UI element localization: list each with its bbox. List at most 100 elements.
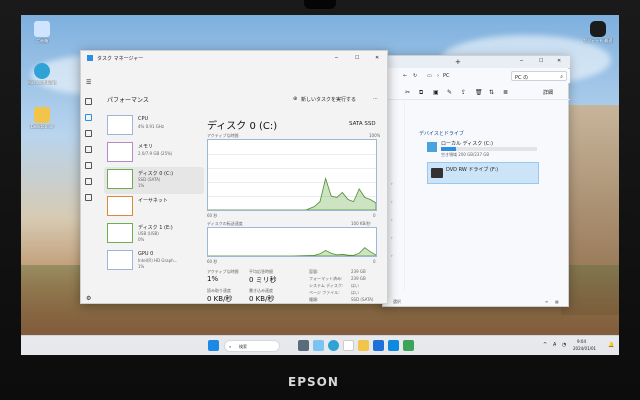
data-point <box>336 254 338 256</box>
perf-item-gpu[interactable]: GPU 0 Intel(R) HD Graph... 1% <box>104 248 204 275</box>
ethernet-thumbnail <box>107 196 133 216</box>
property-key: 容量: <box>309 269 319 274</box>
back-icon[interactable]: ← <box>403 73 407 79</box>
nav-item[interactable]: › <box>391 235 393 240</box>
nav-item[interactable]: › <box>391 199 393 204</box>
view-icon[interactable]: ≣ <box>503 89 508 96</box>
minimize-button[interactable]: ─ <box>335 55 338 61</box>
edge-dev-icon[interactable] <box>388 340 399 351</box>
run-task-icon: ⊕ <box>293 96 298 102</box>
new-tab-button[interactable]: + <box>455 58 461 66</box>
more-button[interactable]: ··· <box>373 96 378 102</box>
drive-name: ローカル ディスク (C:) <box>441 141 493 147</box>
perf-item-disk0[interactable]: ディスク 0 (C:) SSD (SATA) 1% <box>104 167 204 194</box>
perf-item-ethernet[interactable]: イーサネット <box>104 194 204 221</box>
settings-icon[interactable]: ⚙ <box>86 295 91 302</box>
network-icon[interactable]: ◔ <box>562 342 566 348</box>
search-label: 検索 <box>239 344 247 349</box>
file-explorer-window[interactable]: + ─ ☐ ✕ ← ↻ ▭ › PC PC の ⌕ ✂ ⧉ ▣ ✎ ⇪ 🗑 ⇅ ≣… <box>382 55 570 307</box>
series-area <box>208 177 376 210</box>
details-pane-button[interactable]: 詳細 <box>543 89 553 96</box>
address-path[interactable]: PC <box>443 73 450 79</box>
sort-icon[interactable]: ⇅ <box>489 89 494 96</box>
perf-item-name: ディスク 1 (E:) <box>138 225 173 231</box>
task-view-icon[interactable] <box>298 340 309 351</box>
data-point <box>330 195 332 197</box>
task-manager-window[interactable]: タスク マネージャー ─ ☐ ✕ ☰ ⚙ パフォーマンス 新しいタスクを実行する… <box>80 50 388 304</box>
data-point <box>358 252 360 254</box>
detail-type: SATA SSD <box>349 121 376 127</box>
task-manager-taskbar-icon[interactable] <box>403 340 414 351</box>
nav-item[interactable]: › <box>391 217 393 222</box>
property-value: はい <box>351 290 359 295</box>
clock-time[interactable]: 9:04 <box>577 339 586 344</box>
view-list-icon[interactable]: ≡ <box>545 299 548 304</box>
computer-icon: ▭ <box>427 73 432 79</box>
property-row: システム ディスク: はい <box>309 283 385 290</box>
app-history-icon[interactable] <box>85 130 92 137</box>
run-task-button[interactable]: 新しいタスクを実行する <box>301 96 356 103</box>
metric-read-speed: 読み取り速度 0 KB/秒 <box>207 288 232 304</box>
hamburger-icon[interactable]: ☰ <box>86 79 91 86</box>
cut-icon[interactable]: ✂ <box>405 89 410 96</box>
devices-group-header[interactable]: デバイスとドライブ <box>419 130 464 137</box>
store-icon[interactable] <box>373 340 384 351</box>
perf-item-memory[interactable]: メモリ 2.0/7.9 GB (25%) <box>104 140 204 167</box>
maximize-button[interactable]: ☐ <box>355 55 359 61</box>
rename-icon[interactable]: ✎ <box>447 89 452 96</box>
search-icon: ⌕ <box>229 344 232 349</box>
start-button[interactable] <box>208 340 219 351</box>
graph1-min: 0 <box>373 213 376 218</box>
startup-icon[interactable] <box>85 146 92 153</box>
details-icon[interactable] <box>85 178 92 185</box>
maximize-button[interactable]: ☐ <box>539 58 543 64</box>
close-button[interactable]: ✕ <box>557 58 561 64</box>
drive-name: DVD RW ドライブ (F:) <box>446 167 499 173</box>
clock-date[interactable]: 2024/01/01 <box>573 346 596 351</box>
desktop-icon-recycle-bin[interactable]: ごみ箱 <box>27 21 57 44</box>
data-point <box>353 255 354 256</box>
close-button[interactable]: ✕ <box>375 55 379 61</box>
services-icon[interactable] <box>85 194 92 201</box>
processes-icon[interactable] <box>85 98 92 105</box>
tm-sidebar: ☰ ⚙ <box>81 65 101 305</box>
minimize-button[interactable]: ─ <box>520 58 523 64</box>
data-point <box>314 206 315 207</box>
desktop-icon-edge[interactable]: Microsoft Edge <box>27 63 57 85</box>
edge-icon[interactable] <box>328 340 339 351</box>
performance-icon[interactable] <box>85 114 92 121</box>
refresh-icon[interactable]: ↻ <box>413 73 417 79</box>
ime-indicator[interactable]: A <box>553 342 556 348</box>
perf-item-value: 1% <box>138 264 145 269</box>
data-point <box>314 255 315 256</box>
users-icon[interactable] <box>85 162 92 169</box>
widgets-icon[interactable] <box>313 340 324 351</box>
copy-icon[interactable]: ⧉ <box>419 89 423 97</box>
recycle-bin-icon <box>34 21 50 37</box>
tray-chevron-icon[interactable]: ^ <box>543 342 547 348</box>
drive-item-c[interactable]: ローカル ディスク (C:) 空き領域 200 GB/237 GB <box>427 140 539 158</box>
data-point <box>336 197 338 198</box>
share-icon[interactable]: ⇪ <box>461 89 466 96</box>
nav-item[interactable]: › <box>391 253 393 258</box>
paste-icon[interactable]: ▣ <box>433 89 439 96</box>
desktop-icon-gadget[interactable]: ガジェット 最適化 <box>583 21 613 44</box>
nav-item[interactable]: › <box>391 181 393 186</box>
perf-item-name: CPU <box>138 116 149 122</box>
view-grid-icon[interactable]: ▦ <box>555 299 559 304</box>
perf-item-cpu[interactable]: CPU 4% 0.91 GHz <box>104 113 204 140</box>
drive-usage-bar <box>441 147 537 151</box>
file-explorer-icon[interactable] <box>358 340 369 351</box>
perf-item-disk1[interactable]: ディスク 1 (E:) USB (USB) 0% <box>104 221 204 248</box>
notification-icon[interactable]: 🔔 <box>608 342 614 348</box>
transfer-rate-chart <box>208 247 376 256</box>
property-row: フォーマット済み: 239 GB <box>309 276 385 283</box>
delete-icon[interactable]: 🗑 <box>475 89 483 96</box>
perf-item-sub: Intel(R) HD Graph... <box>138 258 178 263</box>
metric-active-time: アクティブな時間 1% <box>207 269 239 283</box>
desktop-icon-folder[interactable]: Desktop.ini <box>27 107 57 129</box>
drive-item-dvd[interactable]: DVD RW ドライブ (F:) <box>427 162 539 184</box>
copilot-icon[interactable] <box>343 340 354 351</box>
search-input[interactable]: PC の ⌕ <box>511 71 567 81</box>
taskbar-search[interactable]: ⌕ 検索 <box>224 340 280 352</box>
